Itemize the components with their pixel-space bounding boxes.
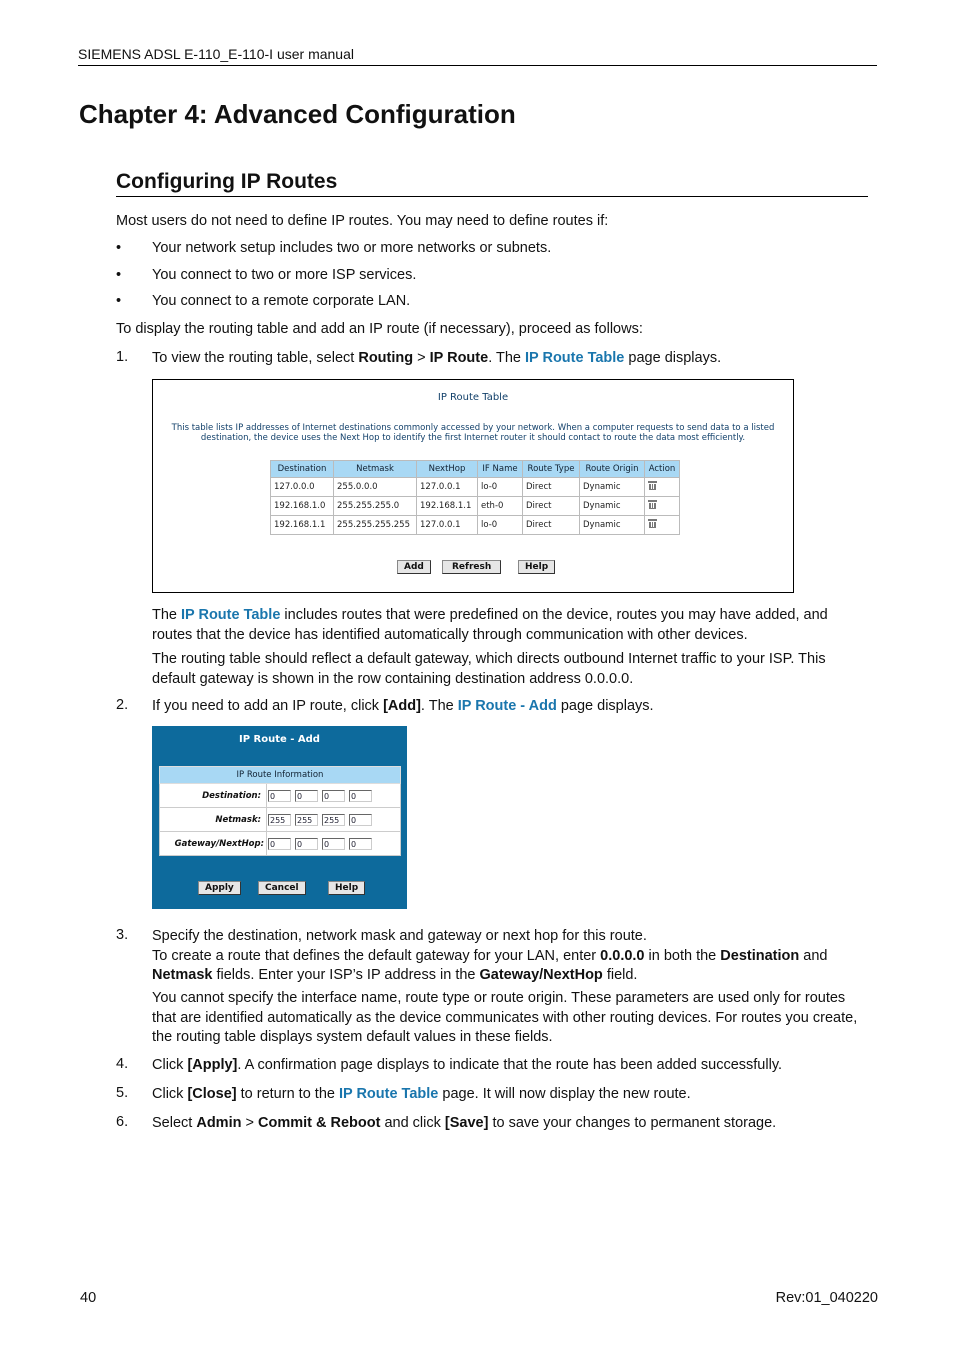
step-3-text: Specify the destination, network mask an… [152,928,828,983]
table-row: 127.0.0.0 255.0.0.0 127.0.0.1 lo-0 Direct Dyn… [270,477,680,497]
cancel-button[interactable]: Cancel [258,881,306,895]
netmask-label: Netmask: [159,807,267,832]
step-number: 3. [116,927,129,943]
trash-icon[interactable] [648,500,657,509]
ip-route-table-link[interactable]: IP Route Table [339,1086,438,1102]
step-3-note: You cannot specify the interface name, r… [152,990,858,1045]
add-button[interactable]: Add [397,560,431,574]
step-number: 5. [116,1085,129,1101]
step-number: 1. [116,349,129,365]
column-header: NextHop [416,460,478,478]
destination-octet-2[interactable]: 0 [295,789,318,802]
proceed-text: To display the routing table and add an … [116,321,643,337]
bullet-item: • Your network setup includes two or more… [116,240,552,256]
default-gateway-note: The routing table should reflect a defau… [152,651,826,687]
step-2-text: If you need to add an IP route, click [A… [152,698,654,714]
help-button[interactable]: Help [328,881,366,895]
refresh-button[interactable]: Refresh [442,560,502,574]
route-info-form: IP Route Information Destination: 0000 N… [159,766,401,856]
step-4-text: Click [Apply]. A confirmation page displ… [152,1057,783,1073]
ip-route-table-link[interactable]: IP Route Table [525,350,624,366]
running-header: SIEMENS ADSL E-110_E-110-I user manual [78,46,877,66]
table-row: 192.168.1.1 255.255.255.255 127.0.0.1 lo-0 D… [270,515,680,535]
form-row: Gateway/NextHop: 0000 [159,831,401,856]
column-header: Route Origin [579,460,645,478]
trash-icon[interactable] [648,519,657,528]
apply-button[interactable]: Apply [198,881,241,895]
ip-route-table-screenshot: IP Route Table This table lists IP addre… [152,379,794,593]
route-table-description: This table lists IP addresses of Interne… [171,423,775,443]
bullet-icon: • [116,267,122,283]
gateway-label: Gateway/NextHop: [159,831,267,856]
gateway-octet-1[interactable]: 0 [268,837,291,850]
destination-octet-4[interactable]: 0 [349,789,372,802]
ip-route-add-link[interactable]: IP Route - Add [458,698,557,714]
route-add-title: IP Route - Add [239,734,320,745]
column-header: IF Name [477,460,523,478]
step-number: 6. [116,1114,129,1130]
destination-label: Destination: [159,783,267,808]
route-table-explanation: The IP Route Table includes routes that … [152,607,828,643]
chapter-title: Chapter 4: Advanced Configuration [79,99,516,129]
destination-octet-1[interactable]: 0 [268,789,291,802]
gateway-octet-3[interactable]: 0 [322,837,345,850]
route-table: Destination Netmask NextHop IF Name Rout… [270,460,680,535]
trash-icon[interactable] [648,481,657,490]
netmask-octet-3[interactable]: 255 [322,813,345,826]
gateway-octet-2[interactable]: 0 [295,837,318,850]
netmask-octet-4[interactable]: 0 [349,813,372,826]
route-info-header: IP Route Information [159,766,401,784]
ip-route-table-link[interactable]: IP Route Table [181,607,280,623]
gateway-octet-4[interactable]: 0 [349,837,372,850]
bullet-item: • You connect to a remote corporate LAN. [116,293,411,309]
ip-route-add-screenshot: IP Route - Add IP Route Information Dest… [152,726,407,909]
netmask-octet-1[interactable]: 255 [268,813,291,826]
section-title: Configuring IP Routes [116,170,868,197]
bullet-item: • You connect to two or more ISP services… [116,267,417,283]
intro-text: Most users do not need to define IP rout… [116,213,609,229]
step-5-text: Click [Close] to return to the IP Route … [152,1086,691,1102]
route-table-title: IP Route Table [437,392,509,403]
column-header: Destination [270,460,334,478]
revision-label: Rev:01_040220 [775,1290,878,1306]
column-header: Netmask [333,460,417,478]
column-header: Action [644,460,680,478]
step-6-text: Select Admin > Commit & Reboot and click… [152,1115,777,1131]
table-row: 192.168.1.0 255.255.255.0 192.168.1.1 eth-0… [270,496,680,516]
destination-octet-3[interactable]: 0 [322,789,345,802]
page-number: 40 [80,1290,97,1306]
form-row: Destination: 0000 [159,783,401,808]
step-number: 2. [116,697,129,713]
bullet-icon: • [116,293,122,309]
bullet-icon: • [116,240,122,256]
column-header: Route Type [522,460,580,478]
form-row: Netmask: 255 255 255 0 [159,807,401,832]
netmask-octet-2[interactable]: 255 [295,813,318,826]
help-button[interactable]: Help [518,560,556,574]
step-number: 4. [116,1056,129,1072]
step-1-text: To view the routing table, select Routin… [152,350,722,366]
